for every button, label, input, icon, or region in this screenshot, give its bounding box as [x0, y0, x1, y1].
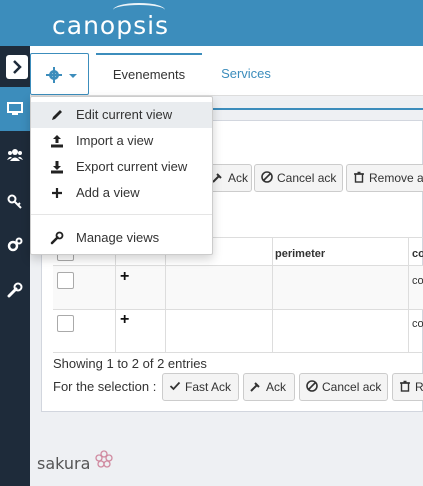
table-row[interactable]: + co [53, 310, 423, 353]
sidebar [0, 46, 30, 486]
sidebar-item-users[interactable] [0, 133, 30, 177]
sakura-flower-icon [95, 450, 113, 468]
entries-info: Showing 1 to 2 of 2 entries [53, 356, 207, 371]
menu-item-label: Import a view [76, 133, 154, 148]
row-expand-cell: + [115, 310, 165, 352]
row-expand-cell: + [115, 266, 165, 309]
cancel-ack-button[interactable]: Cancel ack [254, 164, 343, 192]
wrench-icon [50, 231, 64, 245]
menu-item-import-view[interactable]: Import a view [31, 128, 212, 154]
users-icon [7, 149, 23, 161]
selection-label: For the selection : [53, 379, 157, 394]
row-co-value: co [412, 318, 423, 330]
menu-item-manage-views[interactable]: Manage views [31, 225, 212, 251]
download-icon [51, 161, 63, 174]
header-perimeter-label: perimeter [275, 248, 326, 260]
menu-item-label: Manage views [76, 230, 160, 245]
header-co-label: co [412, 248, 423, 260]
brand-swoosh [113, 3, 165, 17]
menu-item-add-view[interactable]: Add a view [31, 180, 212, 206]
gear-icon [46, 67, 62, 83]
row-checkbox[interactable] [57, 272, 74, 289]
row-select-cell [53, 310, 115, 352]
upload-icon [51, 135, 63, 148]
expand-plus-icon[interactable]: + [120, 268, 129, 286]
row-cell [165, 266, 272, 309]
row-co-value: co [412, 275, 423, 287]
row-cell: co [408, 266, 423, 309]
row-cell [165, 310, 272, 352]
sidebar-item-tools[interactable] [0, 268, 30, 312]
menu-divider [31, 214, 212, 215]
remove-ack-button[interactable]: Remove al [346, 164, 423, 192]
cogs-icon [7, 237, 23, 252]
selection-remove-button[interactable]: R [392, 373, 423, 401]
menu-item-export-view[interactable]: Export current view [31, 154, 212, 180]
selection-ack-button-label: Ack [266, 380, 287, 394]
remove-ack-button-label: Remove al [369, 171, 423, 185]
menu-item-label: Export current view [76, 159, 188, 174]
sidebar-item-views[interactable] [0, 87, 30, 131]
row-select-cell [53, 266, 115, 309]
menu-item-label: Edit current view [76, 107, 173, 122]
menu-item-edit-view[interactable]: Edit current view [31, 102, 212, 128]
sidebar-item-settings[interactable] [0, 223, 30, 267]
view-settings-button[interactable] [30, 53, 89, 95]
monitor-icon [7, 102, 23, 115]
row-cell: co [408, 310, 423, 352]
view-actions-menu: Edit current view Import a view Export c… [30, 96, 213, 255]
selection-ack-button[interactable]: Ack [243, 373, 295, 401]
key-icon [7, 194, 22, 209]
footer-logo: sakura [37, 454, 91, 473]
fast-ack-button[interactable]: Fast Ack [162, 373, 239, 401]
pencil-icon [52, 110, 62, 120]
row-cell [272, 266, 408, 309]
chevron-down-icon [69, 74, 77, 78]
sidebar-item-keys[interactable] [0, 179, 30, 223]
chevron-right-icon [13, 60, 22, 74]
expand-plus-icon[interactable]: + [120, 311, 129, 329]
plus-icon [52, 188, 62, 198]
wrench-icon [7, 282, 23, 298]
gavel-icon [212, 173, 222, 183]
trash-icon [400, 380, 410, 392]
sidebar-toggle-button[interactable] [6, 55, 28, 79]
check-icon [169, 381, 181, 391]
gavel-icon [250, 382, 260, 392]
selection-cancel-ack-button[interactable]: Cancel ack [299, 373, 388, 401]
ban-icon [261, 171, 273, 183]
header-cell-perimeter[interactable]: perimeter [272, 238, 408, 265]
fast-ack-button-label: Fast Ack [185, 380, 232, 394]
selection-remove-label: R [415, 380, 423, 394]
selection-cancel-ack-label: Cancel ack [322, 380, 382, 394]
ack-button-label: Ack [228, 171, 249, 185]
row-cell [272, 310, 408, 352]
menu-item-label: Add a view [76, 185, 140, 200]
ban-icon [306, 380, 318, 392]
cancel-ack-button-label: Cancel ack [277, 171, 337, 185]
trash-icon [354, 171, 364, 183]
row-checkbox[interactable] [57, 315, 74, 332]
tab-evenements[interactable]: Evenements [96, 53, 202, 95]
tab-services[interactable]: Services [202, 53, 290, 95]
header-cell-co[interactable]: co [408, 238, 423, 265]
table-row[interactable]: + co [53, 266, 423, 310]
